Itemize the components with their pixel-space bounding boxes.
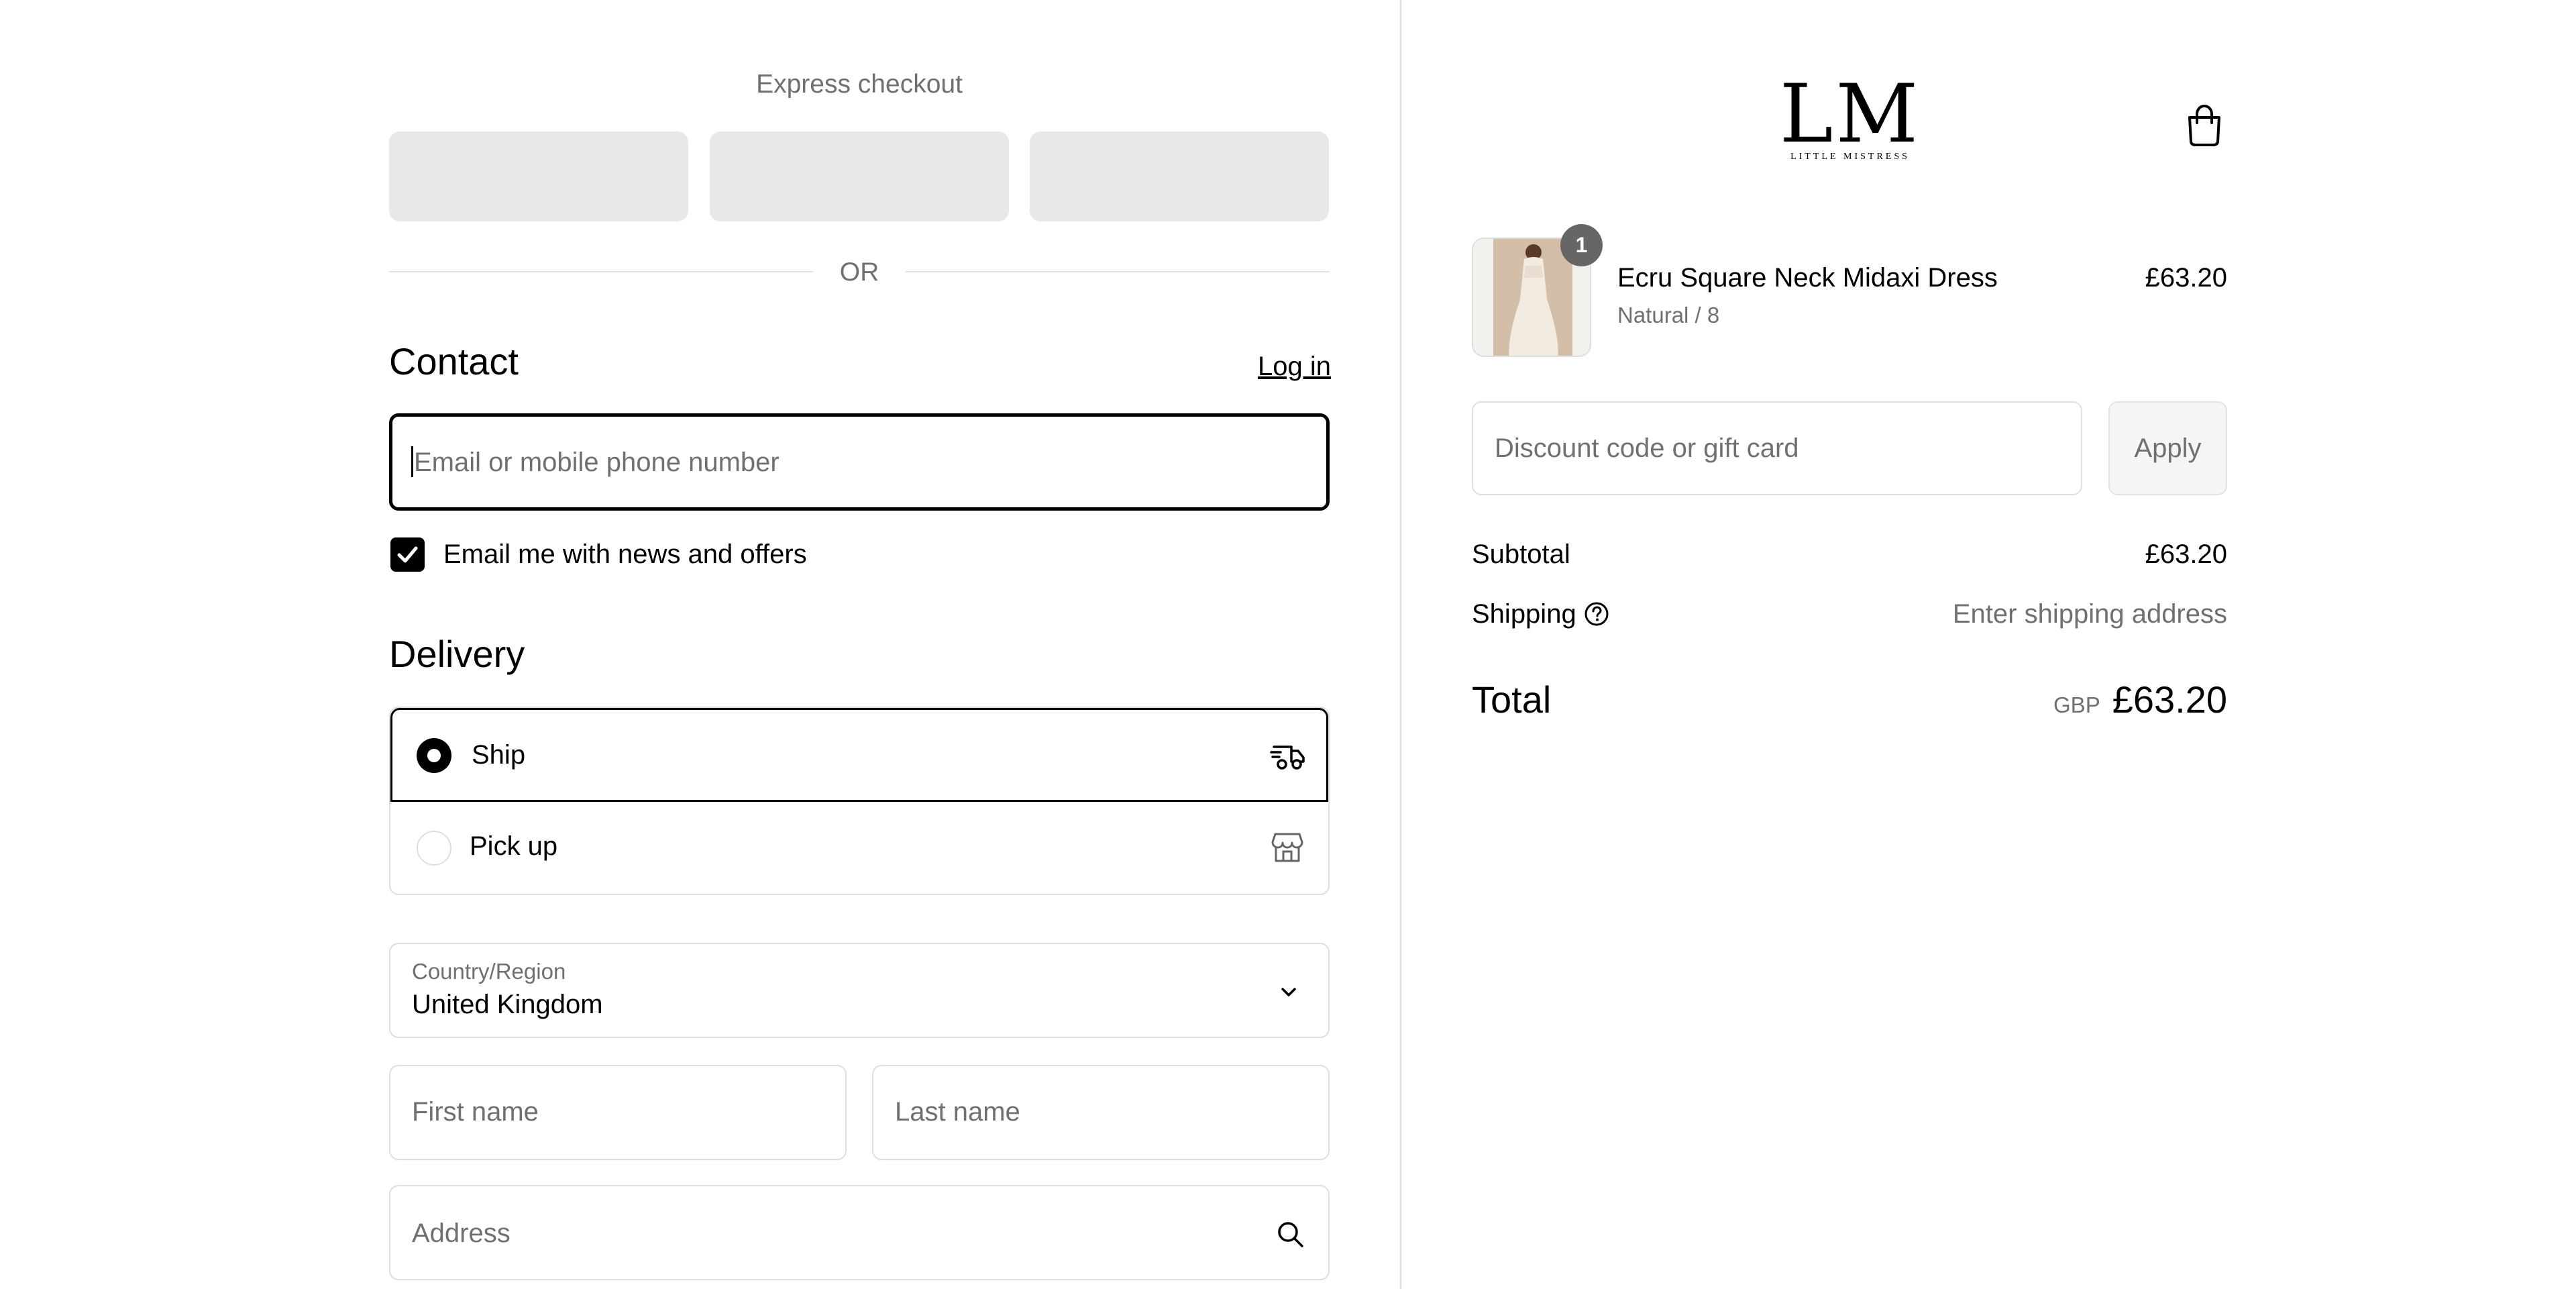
ship-radio[interactable] [417,738,451,773]
first-name-field[interactable]: First name [389,1065,847,1160]
or-divider-left [389,271,813,272]
first-name-placeholder: First name [412,1097,539,1127]
product-price: £63.20 [2145,263,2227,293]
email-field[interactable]: Email or mobile phone number [389,413,1330,511]
total-currency: GBP [2053,692,2100,717]
delivery-heading: Delivery [389,633,525,675]
search-icon [1278,1222,1303,1247]
last-name-field[interactable]: Last name [872,1065,1330,1160]
or-divider-right [906,271,1330,272]
country-region-label: Country/Region [412,959,566,984]
truck-icon [1270,745,1305,770]
apply-discount-button[interactable]: Apply [2108,401,2227,495]
logo-subtext: LITTLE MISTRESS [1790,152,1910,162]
express-pay-button-1[interactable] [389,132,688,221]
shopping-bag-icon[interactable] [2184,103,2224,147]
email-placeholder: Email or mobile phone number [414,448,780,477]
delivery-method-group: Ship Pick up [389,707,1330,895]
help-circle-icon[interactable] [1583,601,1610,627]
contact-heading: Contact [389,340,519,382]
discount-placeholder: Discount code or gift card [1495,433,1799,463]
newsletter-label[interactable]: Email me with news and offers [443,539,807,570]
delivery-option-pickup[interactable]: Pick up [390,802,1328,894]
ship-label: Ship [472,740,526,770]
order-summary-panel [1401,0,2576,1289]
text-caret [411,446,413,477]
address-field[interactable]: Address [389,1185,1330,1280]
brand-logo[interactable]: LM LITTLE MISTRESS [1778,71,1923,166]
delivery-option-ship[interactable]: Ship [390,708,1328,802]
or-divider-text: OR [839,258,879,287]
panel-divider [1400,0,1401,1289]
logo-monogram: LM [1779,68,1921,161]
country-region-select[interactable]: Country/Region United Kingdom [389,943,1330,1038]
shipping-value: Enter shipping address [1952,599,2227,629]
express-pay-button-3[interactable] [1030,132,1329,221]
total-value: £63.20 [2112,678,2227,721]
shipping-label: Shipping [1472,599,1576,629]
subtotal-value: £63.20 [2145,539,2227,569]
product-name: Ecru Square Neck Midaxi Dress [1617,263,1998,293]
newsletter-checkbox[interactable] [390,537,425,572]
total-amount: GBP £63.20 [2053,678,2227,721]
login-link[interactable]: Log in [1258,352,1331,382]
pickup-label: Pick up [470,831,558,861]
pickup-radio[interactable] [417,831,451,866]
store-icon [1271,833,1303,862]
chevron-down-icon [1281,988,1296,996]
product-variant: Natural / 8 [1617,303,1720,327]
last-name-placeholder: Last name [895,1097,1020,1127]
checkmark-icon [397,546,418,563]
discount-code-field[interactable]: Discount code or gift card [1472,401,2082,495]
subtotal-label: Subtotal [1472,539,1570,569]
country-region-value: United Kingdom [412,990,603,1019]
total-label: Total [1472,678,1552,721]
express-pay-button-2[interactable] [710,132,1009,221]
address-placeholder: Address [412,1219,511,1248]
quantity-badge: 1 [1560,224,1603,266]
express-checkout-title: Express checkout [756,70,963,99]
